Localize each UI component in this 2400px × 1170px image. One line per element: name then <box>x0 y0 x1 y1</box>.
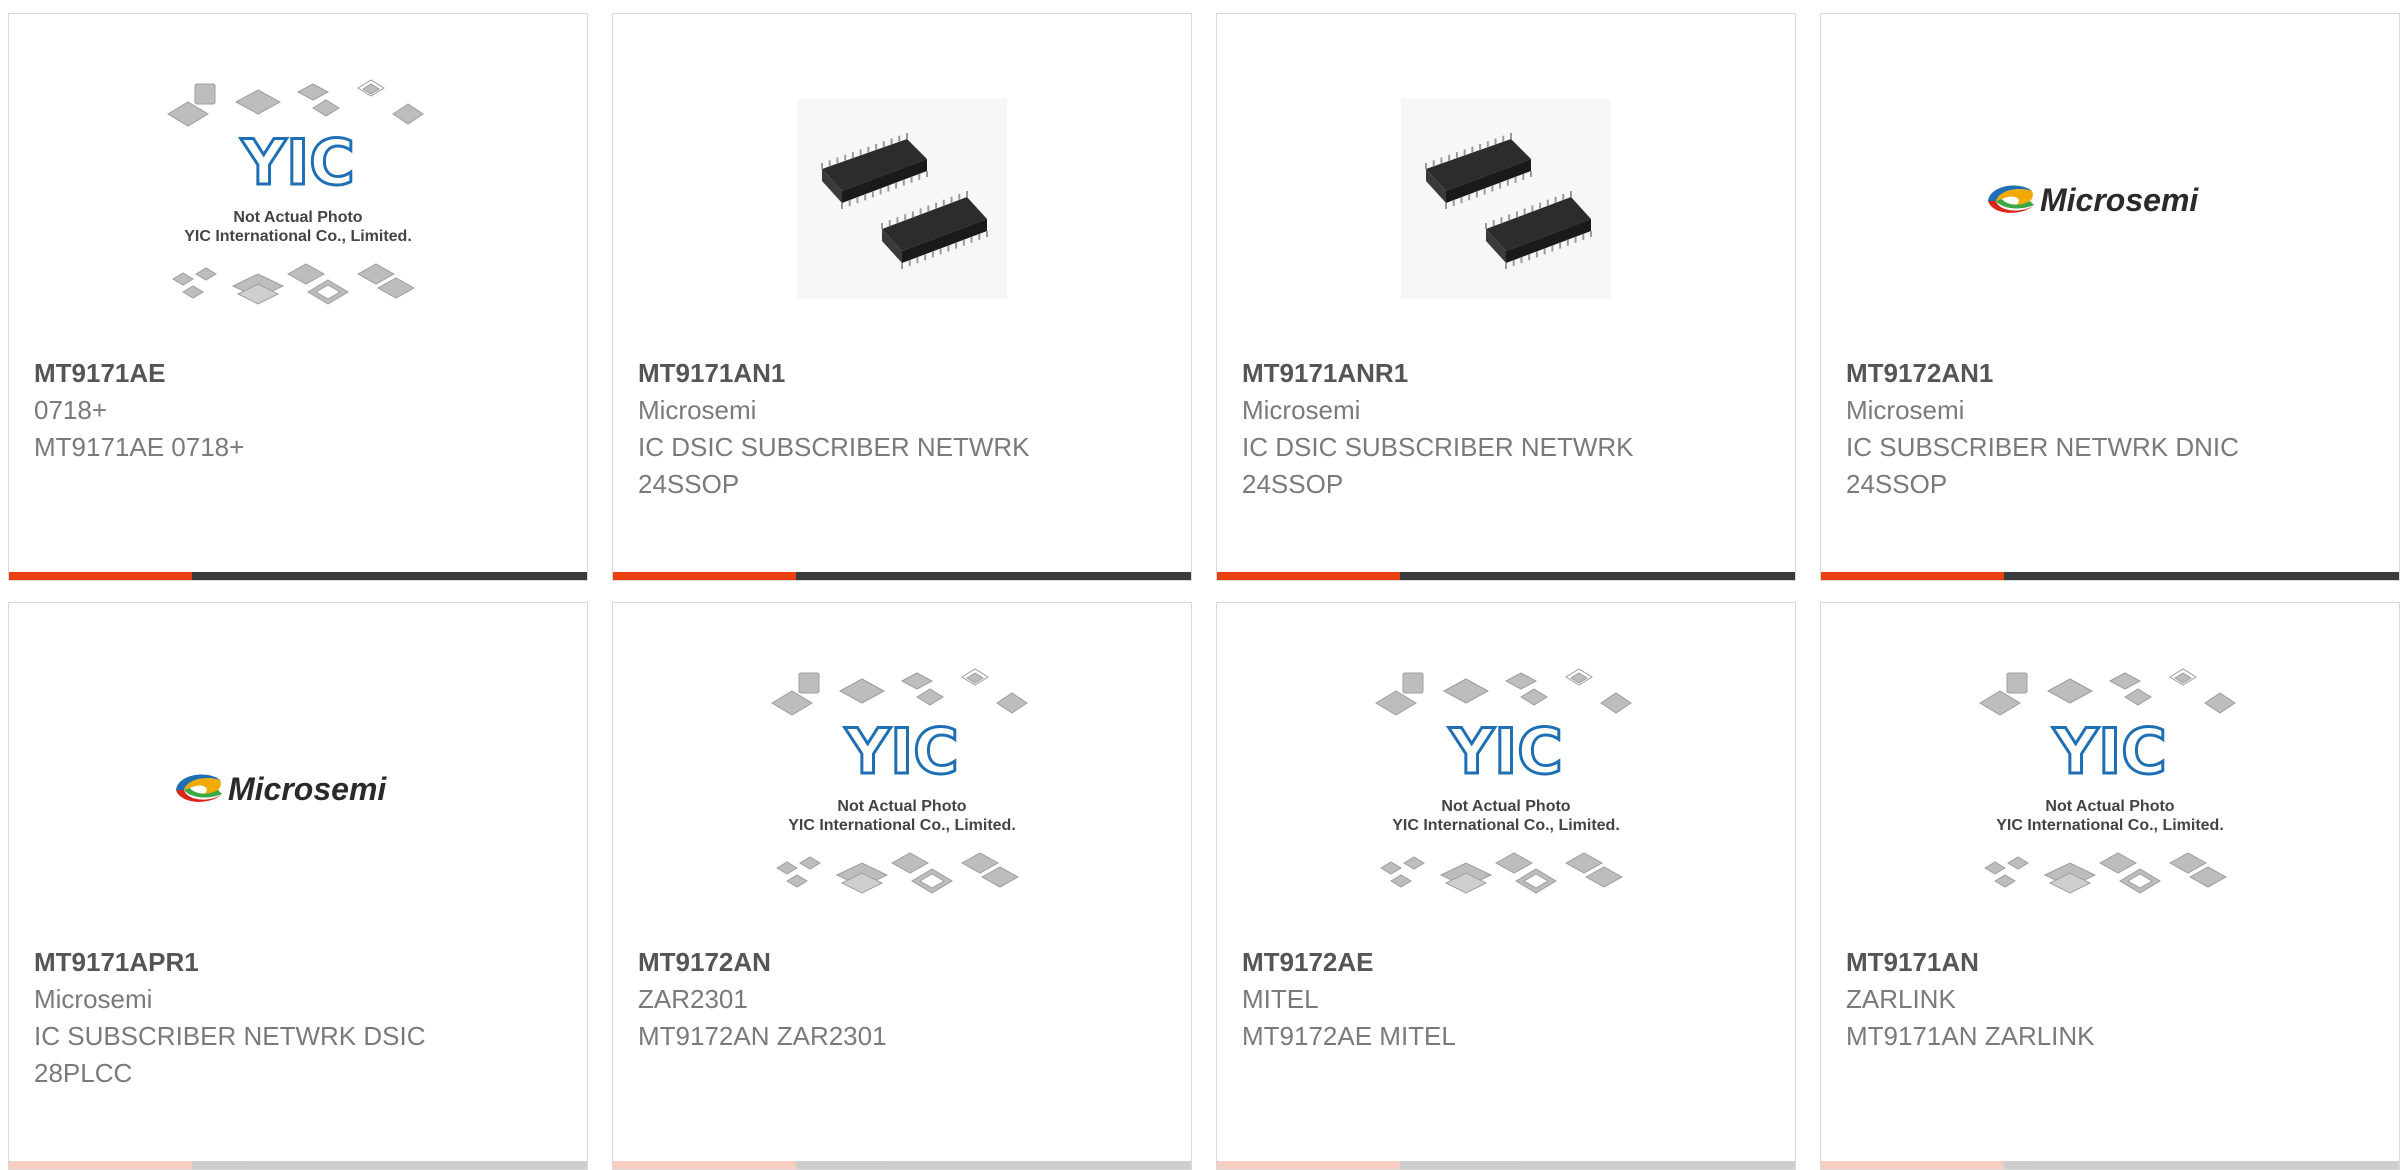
manufacturer: Microsemi <box>638 395 757 425</box>
product-info: MT9171AE 0718+ MT9171AE 0718+ <box>34 354 567 466</box>
product-info: MT9172AE MITEL MT9172AE MITEL <box>1242 943 1775 1055</box>
part-number[interactable]: MT9171AN <box>1846 943 2379 981</box>
card-accent-bar <box>1217 572 1400 580</box>
part-number[interactable]: MT9172AN <box>638 943 1171 981</box>
microsemi-logo-text: Microsemi <box>228 771 387 807</box>
product-image[interactable]: Microsemi <box>1821 44 2399 354</box>
card-bottom-bar <box>613 1161 1191 1169</box>
ic-chip-photo <box>797 99 1007 299</box>
ic-chip-photo <box>1401 99 1611 299</box>
card-bottom-bar <box>1217 572 1795 580</box>
manufacturer: 0718+ <box>34 395 108 425</box>
description: MT9172AN ZAR2301 <box>638 1021 887 1051</box>
not-actual-photo-text: Not Actual Photo <box>2045 798 2174 815</box>
yic-company-text: YIC International Co., Limited. <box>788 817 1016 834</box>
product-image[interactable] <box>613 44 1191 354</box>
manufacturer: ZARLINK <box>1846 984 1956 1014</box>
product-card-mt9172ae[interactable]: YIC Not Actual Photo YIC International C… <box>1216 602 1796 1170</box>
manufacturer: Microsemi <box>34 984 153 1014</box>
product-image[interactable]: YIC Not Actual Photo YIC International C… <box>613 633 1191 943</box>
card-bottom-bar <box>613 572 1191 580</box>
not-actual-photo-image: YIC Not Actual Photo YIC International C… <box>1375 668 1632 894</box>
manufacturer: Microsemi <box>1846 395 1965 425</box>
description: MT9171AE 0718+ <box>34 432 245 462</box>
product-card-mt9172an[interactable]: YIC Not Actual Photo YIC International C… <box>612 602 1192 1170</box>
yic-logo: YIC <box>1448 715 1562 788</box>
manufacturer: Microsemi <box>1242 395 1361 425</box>
yic-logo: YIC <box>2052 715 2166 788</box>
manufacturer: MITEL <box>1242 984 1319 1014</box>
part-number[interactable]: MT9171AE <box>34 354 567 392</box>
product-info: MT9171ANR1 Microsemi IC DSIC SUBSCRIBER … <box>1242 354 1775 503</box>
card-accent-bar <box>9 572 192 580</box>
card-accent-bar <box>1821 572 2004 580</box>
not-actual-photo-text: Not Actual Photo <box>837 798 966 815</box>
card-bottom-bar <box>1217 1161 1795 1169</box>
description: IC SUBSCRIBER NETWRK DNIC 24SSOP <box>1846 432 2239 499</box>
not-actual-photo-text: Not Actual Photo <box>1441 798 1570 815</box>
product-card-mt9171apr1[interactable]: Microsemi MT9171APR1 Microsemi IC SUBSCR… <box>8 602 588 1170</box>
description: IC DSIC SUBSCRIBER NETWRK 24SSOP <box>638 432 1030 499</box>
manufacturer: ZAR2301 <box>638 984 748 1014</box>
product-image[interactable]: YIC Not Actual Photo YIC International C… <box>1821 633 2399 943</box>
product-grid: YIC Not Actual Photo YIC International C… <box>8 13 2400 1170</box>
product-info: MT9172AN ZAR2301 MT9172AN ZAR2301 <box>638 943 1171 1055</box>
yic-company-text: YIC International Co., Limited. <box>1392 817 1620 834</box>
product-info: MT9171AN1 Microsemi IC DSIC SUBSCRIBER N… <box>638 354 1171 503</box>
card-accent-bar <box>1821 1161 2004 1169</box>
microsemi-logo-text: Microsemi <box>2040 182 2199 218</box>
product-card-mt9171anr1[interactable]: MT9171ANR1 Microsemi IC DSIC SUBSCRIBER … <box>1216 13 1796 581</box>
microsemi-logo: Microsemi <box>1988 182 2199 218</box>
description: MT9171AN ZARLINK <box>1846 1021 2095 1051</box>
part-number[interactable]: MT9171APR1 <box>34 943 567 981</box>
part-number[interactable]: MT9172AE <box>1242 943 1775 981</box>
product-image[interactable]: Microsemi <box>9 633 587 943</box>
product-info: MT9171AN ZARLINK MT9171AN ZARLINK <box>1846 943 2379 1055</box>
product-card-mt9171an1[interactable]: MT9171AN1 Microsemi IC DSIC SUBSCRIBER N… <box>612 13 1192 581</box>
card-accent-bar <box>9 1161 192 1169</box>
card-bottom-bar <box>9 572 587 580</box>
description: IC DSIC SUBSCRIBER NETWRK 24SSOP <box>1242 432 1634 499</box>
description: MT9172AE MITEL <box>1242 1021 1456 1051</box>
card-accent-bar <box>613 572 796 580</box>
product-info: MT9171APR1 Microsemi IC SUBSCRIBER NETWR… <box>34 943 567 1092</box>
yic-company-text: YIC International Co., Limited. <box>184 228 412 245</box>
card-accent-bar <box>613 1161 796 1169</box>
card-bottom-bar <box>1821 572 2399 580</box>
yic-logo: YIC <box>844 715 958 788</box>
yic-logo: YIC <box>240 126 354 199</box>
card-bottom-bar <box>9 1161 587 1169</box>
description: IC SUBSCRIBER NETWRK DSIC 28PLCC <box>34 1021 426 1088</box>
part-number[interactable]: MT9171AN1 <box>638 354 1171 392</box>
product-card-mt9171an[interactable]: YIC Not Actual Photo YIC International C… <box>1820 602 2400 1170</box>
product-card-mt9171ae[interactable]: YIC Not Actual Photo YIC International C… <box>8 13 588 581</box>
product-image[interactable]: YIC Not Actual Photo YIC International C… <box>1217 633 1795 943</box>
not-actual-photo-image: YIC Not Actual Photo YIC International C… <box>1979 668 2236 894</box>
microsemi-logo: Microsemi <box>176 771 387 807</box>
product-info: MT9172AN1 Microsemi IC SUBSCRIBER NETWRK… <box>1846 354 2379 503</box>
part-number[interactable]: MT9172AN1 <box>1846 354 2379 392</box>
card-bottom-bar <box>1821 1161 2399 1169</box>
product-image[interactable]: YIC Not Actual Photo YIC International C… <box>9 44 587 354</box>
not-actual-photo-image: YIC Not Actual Photo YIC International C… <box>167 79 424 305</box>
yic-company-text: YIC International Co., Limited. <box>1996 817 2224 834</box>
not-actual-photo-text: Not Actual Photo <box>233 209 362 226</box>
product-image[interactable] <box>1217 44 1795 354</box>
part-number[interactable]: MT9171ANR1 <box>1242 354 1775 392</box>
card-accent-bar <box>1217 1161 1400 1169</box>
not-actual-photo-image: YIC Not Actual Photo YIC International C… <box>771 668 1028 894</box>
product-card-mt9172an1[interactable]: Microsemi MT9172AN1 Microsemi IC SUBSCRI… <box>1820 13 2400 581</box>
